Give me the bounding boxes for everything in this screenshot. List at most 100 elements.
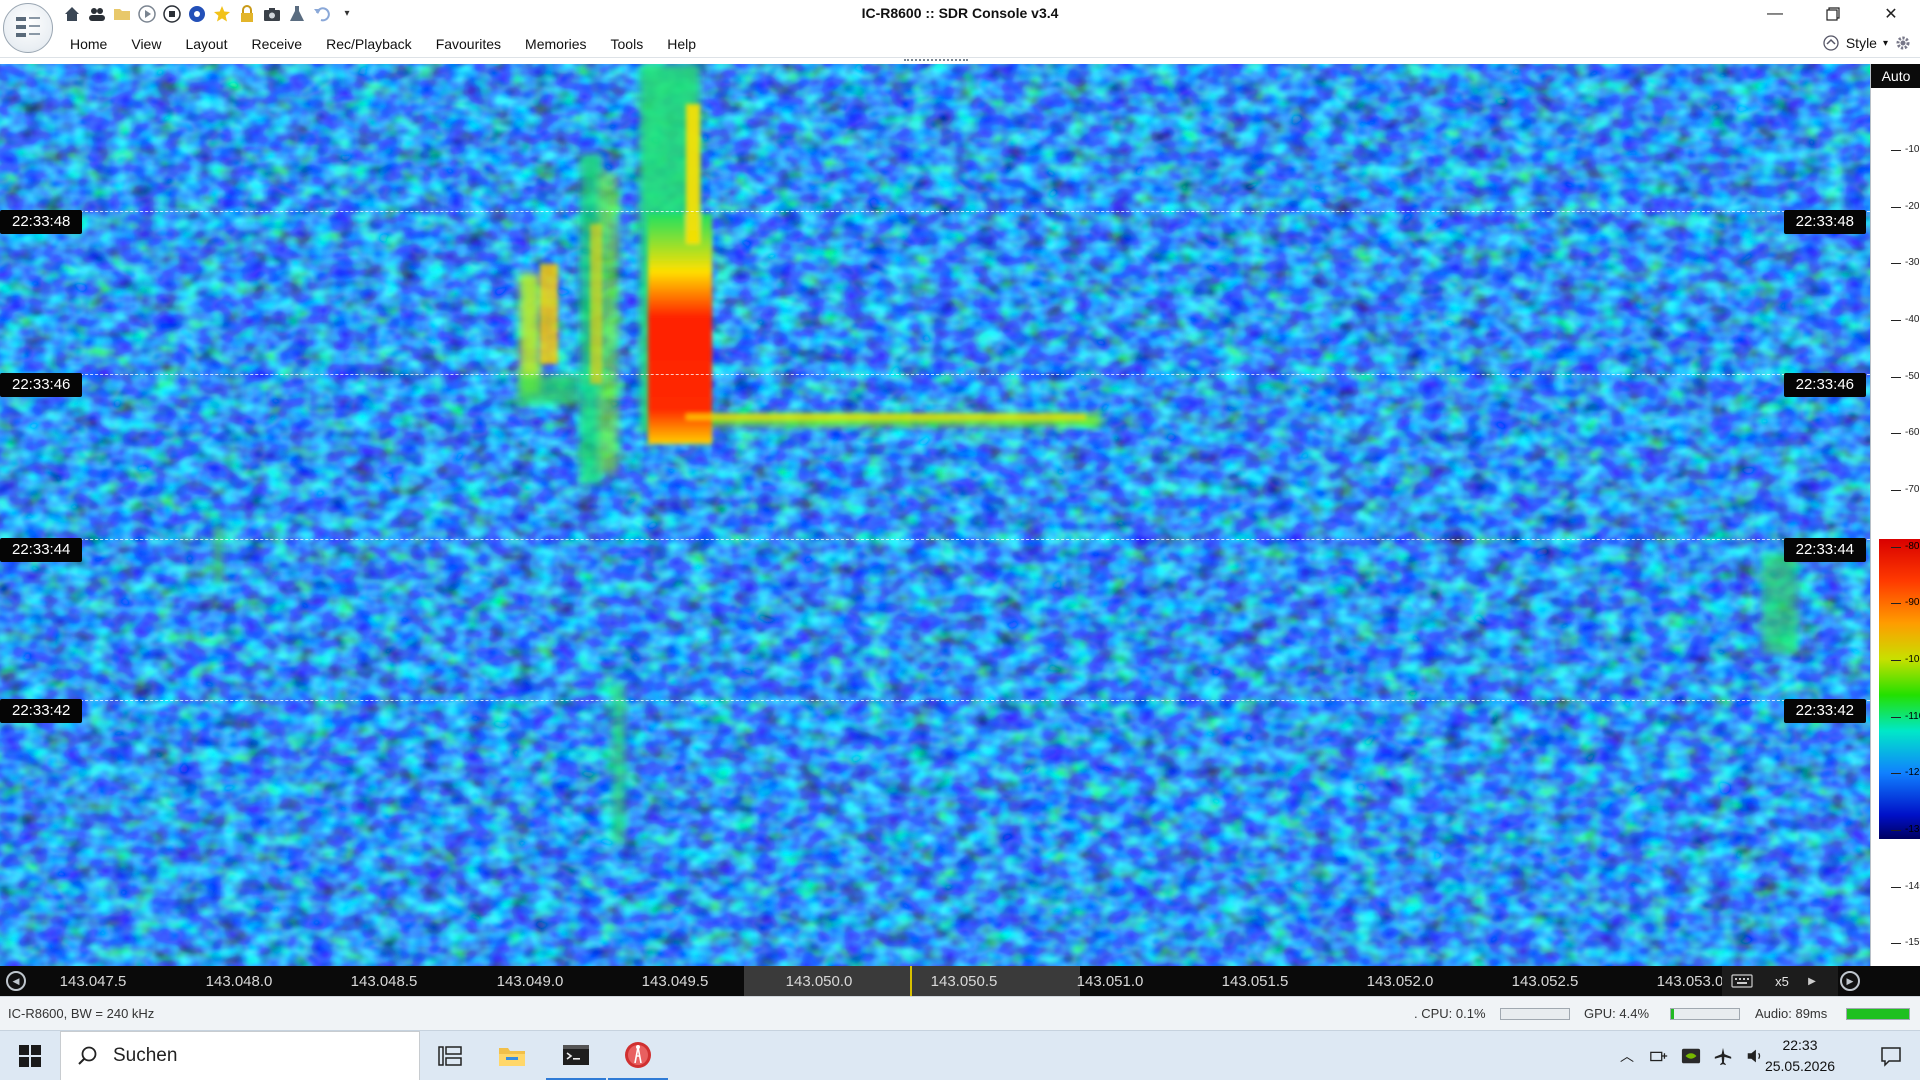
taskbar-sdr-console[interactable] bbox=[608, 1031, 668, 1080]
undo-icon[interactable] bbox=[312, 4, 332, 24]
gpu-meter-fill bbox=[1671, 1009, 1675, 1019]
star-icon[interactable] bbox=[212, 4, 232, 24]
freq-label: 143.047.5 bbox=[59, 973, 127, 990]
search-icon bbox=[78, 1046, 97, 1065]
taskbar-search[interactable]: Suchen bbox=[60, 1031, 420, 1080]
stop-icon[interactable] bbox=[162, 4, 182, 24]
audio-latency: Audio: 89ms bbox=[1755, 1006, 1828, 1021]
time-label-right: 22:33:46 bbox=[1783, 373, 1866, 397]
frequency-scale[interactable]: 143.047.5 143.048.0 143.048.5 143.049.0 … bbox=[34, 966, 1722, 996]
search-placeholder[interactable]: Suchen bbox=[113, 1045, 177, 1067]
panel-splitter-grip[interactable] bbox=[904, 59, 968, 63]
zoom-level-label[interactable]: x5 bbox=[1762, 974, 1802, 989]
file-explorer-icon bbox=[499, 1048, 525, 1066]
db-tick: -10 bbox=[1889, 144, 1920, 155]
menu-home[interactable]: Home bbox=[58, 34, 119, 54]
time-label-left: 22:33:48 bbox=[0, 210, 83, 234]
db-scale[interactable]: Auto -10 -20 -30 -40 -50 -60 -70 -80 -90… bbox=[1870, 64, 1920, 966]
airplane-mode-icon[interactable] bbox=[1712, 1045, 1734, 1067]
menu-memories[interactable]: Memories bbox=[513, 34, 598, 54]
time-label-right: 22:33:44 bbox=[1783, 538, 1866, 562]
gpu-usage: GPU: 4.4% bbox=[1584, 1006, 1650, 1021]
restore-button[interactable] bbox=[1804, 0, 1862, 28]
menu-view[interactable]: View bbox=[119, 34, 173, 54]
terminal-icon bbox=[563, 1044, 589, 1065]
restore-icon bbox=[1826, 7, 1840, 21]
system-tray: ︿ bbox=[1616, 1031, 1766, 1080]
task-view-button[interactable] bbox=[420, 1031, 480, 1080]
keyboard-icon[interactable] bbox=[1722, 966, 1762, 996]
db-tick: -120 bbox=[1889, 767, 1920, 778]
notification-icon bbox=[1881, 1047, 1901, 1067]
scroll-right-button[interactable]: ▶ bbox=[1840, 971, 1860, 991]
sdr-console-window: ▾ IC-R8600 :: SDR Console v3.4 — ✕ Home … bbox=[0, 0, 1920, 1080]
waterfall-display[interactable]: 22:33:48 22:33:46 22:33:44 22:33:42 22:3… bbox=[0, 64, 1870, 966]
nvidia-icon[interactable] bbox=[1680, 1045, 1702, 1067]
frequency-axis[interactable]: ◀ 143.047.5 143.048.0 143.048.5 143.049.… bbox=[0, 966, 1920, 996]
waterfall-spectrogram bbox=[0, 64, 1870, 966]
gear-icon[interactable] bbox=[1894, 34, 1912, 52]
time-gridline bbox=[0, 539, 1870, 540]
menu-bar: Home View Layout Receive Rec/Playback Fa… bbox=[0, 28, 1920, 58]
freq-label: 143.050.0 bbox=[785, 973, 853, 990]
clock-date: 25.05.2026 bbox=[1764, 1058, 1836, 1074]
db-tick: -60 bbox=[1889, 427, 1920, 438]
time-gridline bbox=[0, 700, 1870, 701]
network-usb-icon[interactable] bbox=[1648, 1045, 1670, 1067]
db-tick: -40 bbox=[1889, 314, 1920, 325]
tuning-marker[interactable] bbox=[910, 966, 912, 996]
scroll-left-button[interactable]: ◀ bbox=[6, 971, 26, 991]
db-tick: -80 bbox=[1889, 541, 1920, 552]
windows-logo-icon bbox=[19, 1045, 41, 1067]
cpu-meter bbox=[1500, 1008, 1570, 1020]
taskbar-file-explorer[interactable] bbox=[482, 1031, 542, 1080]
color-scale-bar bbox=[1879, 539, 1920, 839]
freq-label: 143.049.0 bbox=[496, 973, 564, 990]
zoom-arrow-icon[interactable]: ▶ bbox=[1802, 976, 1822, 987]
db-tick: -20 bbox=[1889, 201, 1920, 212]
users-icon[interactable] bbox=[87, 4, 107, 24]
time-label-right: 22:33:42 bbox=[1783, 699, 1866, 723]
taskbar-terminal[interactable] bbox=[546, 1031, 606, 1080]
time-label-left: 22:33:46 bbox=[0, 373, 83, 397]
style-label[interactable]: Style bbox=[1846, 35, 1877, 51]
show-hidden-icons[interactable]: ︿ bbox=[1616, 1045, 1638, 1067]
taskbar-clock[interactable]: 22:33 25.05.2026 bbox=[1760, 1035, 1840, 1077]
play-icon[interactable] bbox=[137, 4, 157, 24]
lock-icon[interactable] bbox=[237, 4, 257, 24]
style-dropdown-icon[interactable]: ▾ bbox=[1883, 38, 1888, 49]
minimize-button[interactable]: — bbox=[1746, 0, 1804, 28]
application-menu-button[interactable] bbox=[3, 3, 53, 53]
start-button[interactable] bbox=[0, 1031, 60, 1080]
flask-icon[interactable] bbox=[287, 4, 307, 24]
menu-help[interactable]: Help bbox=[655, 34, 708, 54]
time-label-left: 22:33:42 bbox=[0, 699, 83, 723]
title-bar: ▾ IC-R8600 :: SDR Console v3.4 — ✕ bbox=[0, 0, 1920, 53]
dropdown-icon[interactable]: ▾ bbox=[337, 4, 357, 24]
menu-tools[interactable]: Tools bbox=[599, 34, 656, 54]
window-controls: — ✕ bbox=[1746, 0, 1920, 28]
home-icon[interactable] bbox=[62, 4, 82, 24]
menu-layout[interactable]: Layout bbox=[173, 34, 239, 54]
close-button[interactable]: ✕ bbox=[1862, 0, 1920, 28]
radio-status: IC-R8600, BW = 240 kHz bbox=[8, 1006, 155, 1021]
freq-label: 143.051.0 bbox=[1076, 973, 1144, 990]
db-tick: -30 bbox=[1889, 257, 1920, 268]
menu-favourites[interactable]: Favourites bbox=[424, 34, 513, 54]
auto-scale-button[interactable]: Auto bbox=[1871, 64, 1920, 88]
menu-receive[interactable]: Receive bbox=[240, 34, 315, 54]
freq-label: 143.053.0 bbox=[1656, 973, 1722, 990]
sdr-console-app-icon bbox=[625, 1041, 651, 1068]
cpu-usage: . CPU: 0.1% bbox=[1414, 1006, 1486, 1021]
folder-icon[interactable] bbox=[112, 4, 132, 24]
time-label-left: 22:33:44 bbox=[0, 538, 83, 562]
menu-rec-playback[interactable]: Rec/Playback bbox=[314, 34, 424, 54]
db-tick: -110 bbox=[1889, 711, 1920, 722]
style-menu[interactable]: Style ▾ bbox=[1822, 32, 1912, 54]
collapse-ribbon-icon[interactable] bbox=[1822, 34, 1840, 52]
notification-center-button[interactable] bbox=[1866, 1031, 1916, 1080]
windows-taskbar: Suchen ︿ 22:33 25.05.2026 bbox=[0, 1030, 1920, 1080]
record-icon[interactable] bbox=[187, 4, 207, 24]
audio-meter bbox=[1846, 1008, 1910, 1020]
camera-icon[interactable] bbox=[262, 4, 282, 24]
